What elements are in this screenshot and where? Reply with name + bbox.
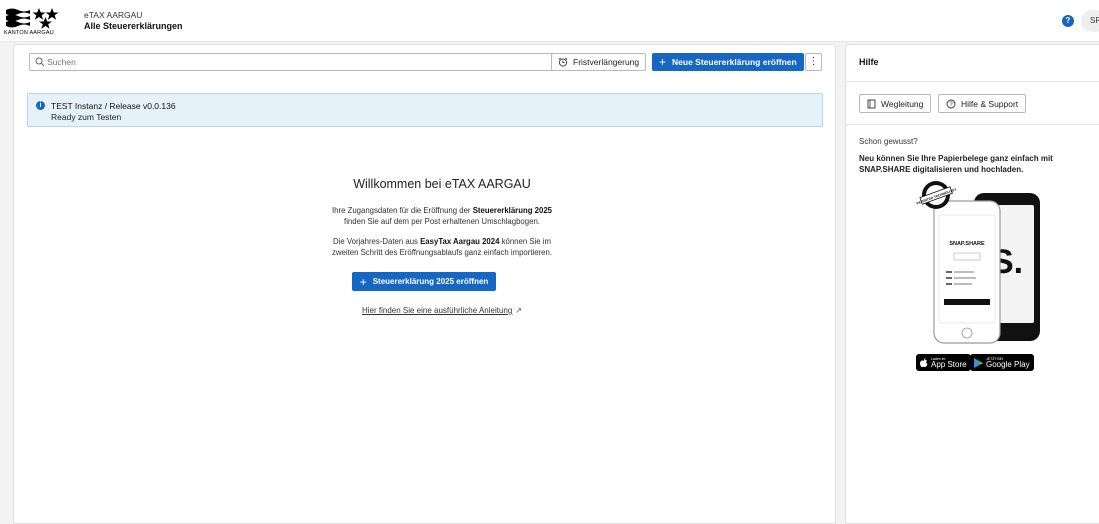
guide-link-text[interactable]: Hier finden Sie eine ausführliche Anleit…: [362, 306, 512, 315]
info-banner: i TEST Instanz / Release v0.0.136 Ready …: [27, 93, 823, 127]
welcome-text: finden Sie auf dem per Post erhaltenen U…: [344, 217, 540, 226]
search-icon: [35, 57, 45, 67]
book-icon: [867, 99, 876, 108]
google-play-icon: [974, 357, 983, 368]
google-play-badge[interactable]: JETZT BEI Google Play: [970, 354, 1034, 371]
open-tax-return-label: Steuererklärung 2025 eröffnen: [372, 277, 489, 286]
google-play-big-text: Google Play: [986, 359, 1030, 369]
new-tax-return-button[interactable]: + Neue Steuererklärung eröffnen: [652, 53, 804, 71]
snapshare-phones-illustration: S. SNAP.SHARE PATENTED TECHNOLOGY: [916, 181, 1040, 344]
app-store-big-text: App Store: [931, 359, 967, 369]
help-question-icon[interactable]: ?: [1062, 15, 1074, 27]
logo-text: KANTON AARGAU: [4, 30, 54, 36]
welcome-text: können Sie im: [499, 237, 552, 246]
new-tax-return-label: Neue Steuererklärung eröffnen: [672, 57, 797, 67]
user-avatar[interactable]: SP: [1081, 10, 1099, 32]
deadline-extension-button[interactable]: Fristverlängerung: [551, 53, 647, 71]
welcome-text: Die Vorjahres-Daten aus: [332, 237, 421, 246]
help-panel-title: Hilfe: [859, 57, 879, 67]
main-panel: Fristverlängerung + Neue Steuererklärung…: [13, 44, 836, 524]
page-title: Alle Steuererklärungen: [84, 21, 183, 31]
welcome-text: Ihre Zugangsdaten für die Eröffnung der: [331, 206, 473, 215]
top-bar: KANTON AARGAU eTAX AARGAU Alle Steuererk…: [0, 0, 1099, 42]
app-store-badge[interactable]: Laden im App Store: [916, 354, 971, 371]
plus-icon: +: [359, 274, 367, 289]
guide-button-label: Wegleitung: [881, 98, 924, 109]
help-support-label: Hilfe & Support: [961, 98, 1019, 109]
welcome-paragraph-2: Die Vorjahres-Daten aus EasyTax Aargau 2…: [282, 236, 602, 258]
tip-body: Neu können Sie Ihre Papierbelege ganz ei…: [859, 154, 1053, 174]
info-banner-title: TEST Instanz / Release v0.0.136: [51, 101, 176, 111]
snapshare-brand-text: SNAP.SHARE: [949, 241, 985, 247]
welcome-text-bold: EasyTax Aargau 2024: [420, 237, 500, 246]
guide-link[interactable]: Hier finden Sie eine ausführliche Anleit…: [342, 306, 542, 315]
google-play-text: JETZT BEI Google Play: [986, 357, 1030, 369]
plus-icon: +: [659, 55, 667, 69]
alarm-clock-icon: [558, 57, 568, 67]
deadline-extension-label: Fristverlängerung: [573, 57, 640, 67]
guide-button[interactable]: Wegleitung: [859, 94, 932, 113]
app-name: eTAX AARGAU: [84, 10, 143, 20]
apple-icon: [920, 357, 928, 367]
welcome-heading: Willkommen bei eTAX AARGAU: [353, 177, 531, 191]
question-circle-icon: ?: [946, 99, 956, 108]
canton-coat-of-arms-icon: [6, 8, 59, 29]
welcome-text-bold: Steuererklärung 2025: [472, 206, 553, 215]
app-store-text: Laden im App Store: [931, 357, 967, 369]
search-box[interactable]: [29, 53, 558, 71]
info-icon: i: [36, 101, 45, 110]
info-banner-subtitle: Ready zum Testen: [51, 112, 122, 122]
external-link-icon: ↗: [515, 306, 523, 315]
welcome-text: zweiten Schritt des Eröffnungsablaufs ga…: [331, 248, 553, 257]
help-support-button[interactable]: ? Hilfe & Support: [938, 94, 1027, 113]
more-options-icon[interactable]: ⋮: [805, 53, 822, 71]
divider: [846, 81, 1099, 82]
divider: [846, 124, 1099, 125]
help-panel: Hilfe Wegleitung ? Hilfe & Support Schon…: [845, 44, 1099, 524]
search-input[interactable]: [47, 54, 547, 70]
open-tax-return-2025-button[interactable]: + Steuererklärung 2025 eröffnen: [352, 272, 496, 291]
tip-heading: Schon gewusst?: [859, 137, 918, 146]
welcome-paragraph-1: Ihre Zugangsdaten für die Eröffnung der …: [282, 205, 602, 227]
